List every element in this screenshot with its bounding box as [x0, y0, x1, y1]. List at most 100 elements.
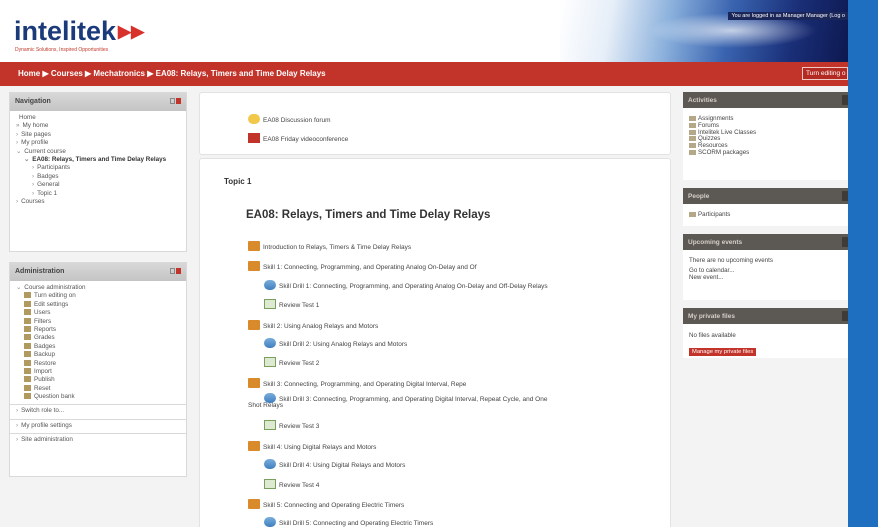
navigation-tree: Home» My home › Site pages › My profile ⌄ Curre… [10, 111, 186, 208]
activity-link[interactable]: Skill Drill 1: Connecting, Programming, … [264, 280, 548, 290]
activity-link[interactable]: Review Test 2 [264, 357, 319, 367]
chevron-right-icon: › [16, 421, 19, 429]
activity-link[interactable]: Skill 4: Using Digital Relays and Motors [248, 441, 376, 451]
activity-type-label: SCORM packages [698, 148, 750, 156]
block-controls[interactable] [169, 98, 181, 105]
admin-item[interactable]: Reset [10, 384, 186, 393]
skill-drill-icon [264, 280, 276, 290]
activity-link[interactable]: Skill 2: Using Analog Relays and Motors [248, 320, 378, 330]
chevron-icon: › [32, 181, 35, 189]
activity-link[interactable]: Review Test 4 [264, 479, 319, 489]
section-title: EA08: Relays, Timers and Time Delay Rela… [246, 209, 491, 221]
activity-link[interactable]: Skill Drill 3: Connecting, Programming, … [248, 393, 547, 409]
page: intelitek ▶▶ Dynamic Solutions, Inspired … [0, 0, 878, 527]
breadcrumb[interactable]: Home ▶ Courses ▶ Mechatronics ▶ EA08: Re… [18, 69, 326, 78]
activity-link[interactable]: EA08 Friday videoconference [248, 133, 348, 143]
admin-item[interactable]: Turn editing on [10, 292, 186, 300]
skill-drill-icon [264, 338, 276, 348]
activity-link[interactable]: Skill Drill 5: Connecting and Operating … [264, 517, 433, 527]
activity-link[interactable]: Skill Drill 4: Using Digital Relays and … [264, 459, 405, 469]
admin-item[interactable]: Users [10, 309, 186, 317]
chevron-icon: ⌄ [16, 147, 22, 155]
private-files-block: My private files No files available Mana… [683, 308, 848, 358]
nav-item[interactable]: › Participants [10, 164, 186, 172]
quiz-icon [264, 420, 276, 430]
administration-tree: ⌄ Course administration Turn editing on Edi… [10, 281, 186, 447]
hide-block-icon[interactable] [176, 268, 181, 274]
activity-link[interactable]: Introduction to Relays, Timers & Time De… [248, 241, 411, 251]
hide-block-icon[interactable] [176, 98, 181, 104]
activity-label: Review Test 4 [279, 482, 320, 489]
nav-item-label: Courses [21, 197, 45, 205]
admin-item-icon [24, 367, 31, 374]
nav-item-label: EA08: Relays, Timers and Time Delay Rela… [32, 155, 167, 163]
topic-section: Topic 1 EA08: Relays, Timers and Time De… [199, 158, 671, 527]
nav-item[interactable]: » My home [10, 122, 186, 130]
nav-item[interactable]: › General [10, 181, 186, 189]
activities-block: Activities Assignments Forums Intelitek Li… [683, 92, 848, 180]
chevron-right-icon: › [16, 407, 19, 415]
activity-link[interactable]: EA08 Discussion forum [248, 114, 331, 124]
nav-item[interactable]: ⌄ Current course [10, 148, 186, 156]
quiz-icon [264, 299, 276, 309]
breadcrumb-bar: Home ▶ Courses ▶ Mechatronics ▶ EA08: Re… [0, 62, 848, 86]
lesson-icon [248, 261, 260, 271]
nav-item[interactable]: › Badges [10, 173, 186, 181]
participants-label: Participants [698, 211, 731, 218]
admin-extra-item[interactable]: › Site administration [10, 436, 186, 444]
nav-item[interactable]: › Site pages [10, 131, 186, 139]
activity-link[interactable]: Review Test 3 [264, 420, 319, 430]
navigation-block-header: Navigation [10, 93, 186, 111]
lesson-icon [248, 320, 260, 330]
chevron-icon: › [16, 197, 19, 205]
manage-private-files-button[interactable]: Manage my private files [689, 347, 757, 356]
nav-item[interactable]: › Courses [10, 198, 186, 206]
admin-item[interactable]: Question bank [10, 393, 186, 401]
activity-link[interactable]: Skill 5: Connecting and Operating Electr… [248, 499, 404, 509]
admin-item[interactable]: Publish [10, 376, 186, 384]
nav-item[interactable]: › My profile [10, 139, 186, 147]
dock-icon[interactable] [170, 268, 175, 274]
admin-item[interactable]: Backup [10, 351, 186, 359]
chevron-icon: › [16, 139, 19, 147]
admin-extra-label: Site administration [21, 436, 73, 444]
divider [10, 433, 186, 435]
admin-item-label: Reports [34, 325, 57, 333]
admin-item[interactable]: Import [10, 367, 186, 376]
activity-label: Skill Drill 1: Connecting, Programming, … [279, 283, 548, 290]
admin-extra-item[interactable]: › My profile settings [10, 422, 186, 430]
block-controls[interactable] [169, 268, 181, 275]
admin-extra-item[interactable]: › Switch role to... [10, 407, 186, 415]
participants-link[interactable]: Participants [683, 204, 848, 219]
chevron-icon: › [32, 189, 35, 197]
admin-item[interactable]: Grades [10, 334, 186, 342]
activity-link[interactable]: Skill 3: Connecting, Programming, and Op… [248, 378, 466, 388]
topic-label: Topic 1 [224, 177, 252, 186]
chevron-icon: › [32, 172, 35, 180]
intelitek-logo[interactable]: intelitek ▶▶ [14, 16, 144, 47]
turn-editing-on-button[interactable]: Turn editing o [802, 67, 848, 80]
activity-type-icon [689, 116, 696, 121]
admin-item[interactable]: Edit settings [10, 300, 186, 309]
admin-item[interactable]: Badges [10, 342, 186, 351]
activity-link[interactable]: Review Test 1 [264, 299, 319, 309]
nav-item[interactable]: ⌄ EA08: Relays, Timers and Time Delay Rel… [10, 156, 186, 164]
nav-item-label: Badges [37, 172, 59, 180]
chevron-right-icon: › [16, 436, 19, 444]
admin-item-icon [24, 292, 31, 299]
admin-extra-label: My profile settings [21, 421, 72, 429]
dock-icon[interactable] [170, 98, 175, 104]
nav-item[interactable]: › Topic 1 [10, 190, 186, 198]
nav-item[interactable]: Home [10, 114, 186, 122]
course-administration-node[interactable]: ⌄ Course administration [10, 284, 186, 292]
admin-item[interactable]: Restore [10, 359, 186, 368]
admin-item[interactable]: Filters [10, 317, 186, 326]
divider [10, 404, 186, 406]
admin-item[interactable]: Reports [10, 325, 186, 334]
activity-type-link[interactable]: SCORM packages [689, 148, 848, 157]
new-event-link[interactable]: New event... [689, 274, 848, 282]
activity-link[interactable]: Skill Drill 2: Using Analog Relays and M… [264, 338, 407, 348]
navigation-block: Navigation Home» My home › Site pages › My pr… [9, 92, 187, 252]
activity-link[interactable]: Skill 1: Connecting, Programming, and Op… [248, 261, 477, 271]
admin-item-icon [24, 393, 31, 400]
